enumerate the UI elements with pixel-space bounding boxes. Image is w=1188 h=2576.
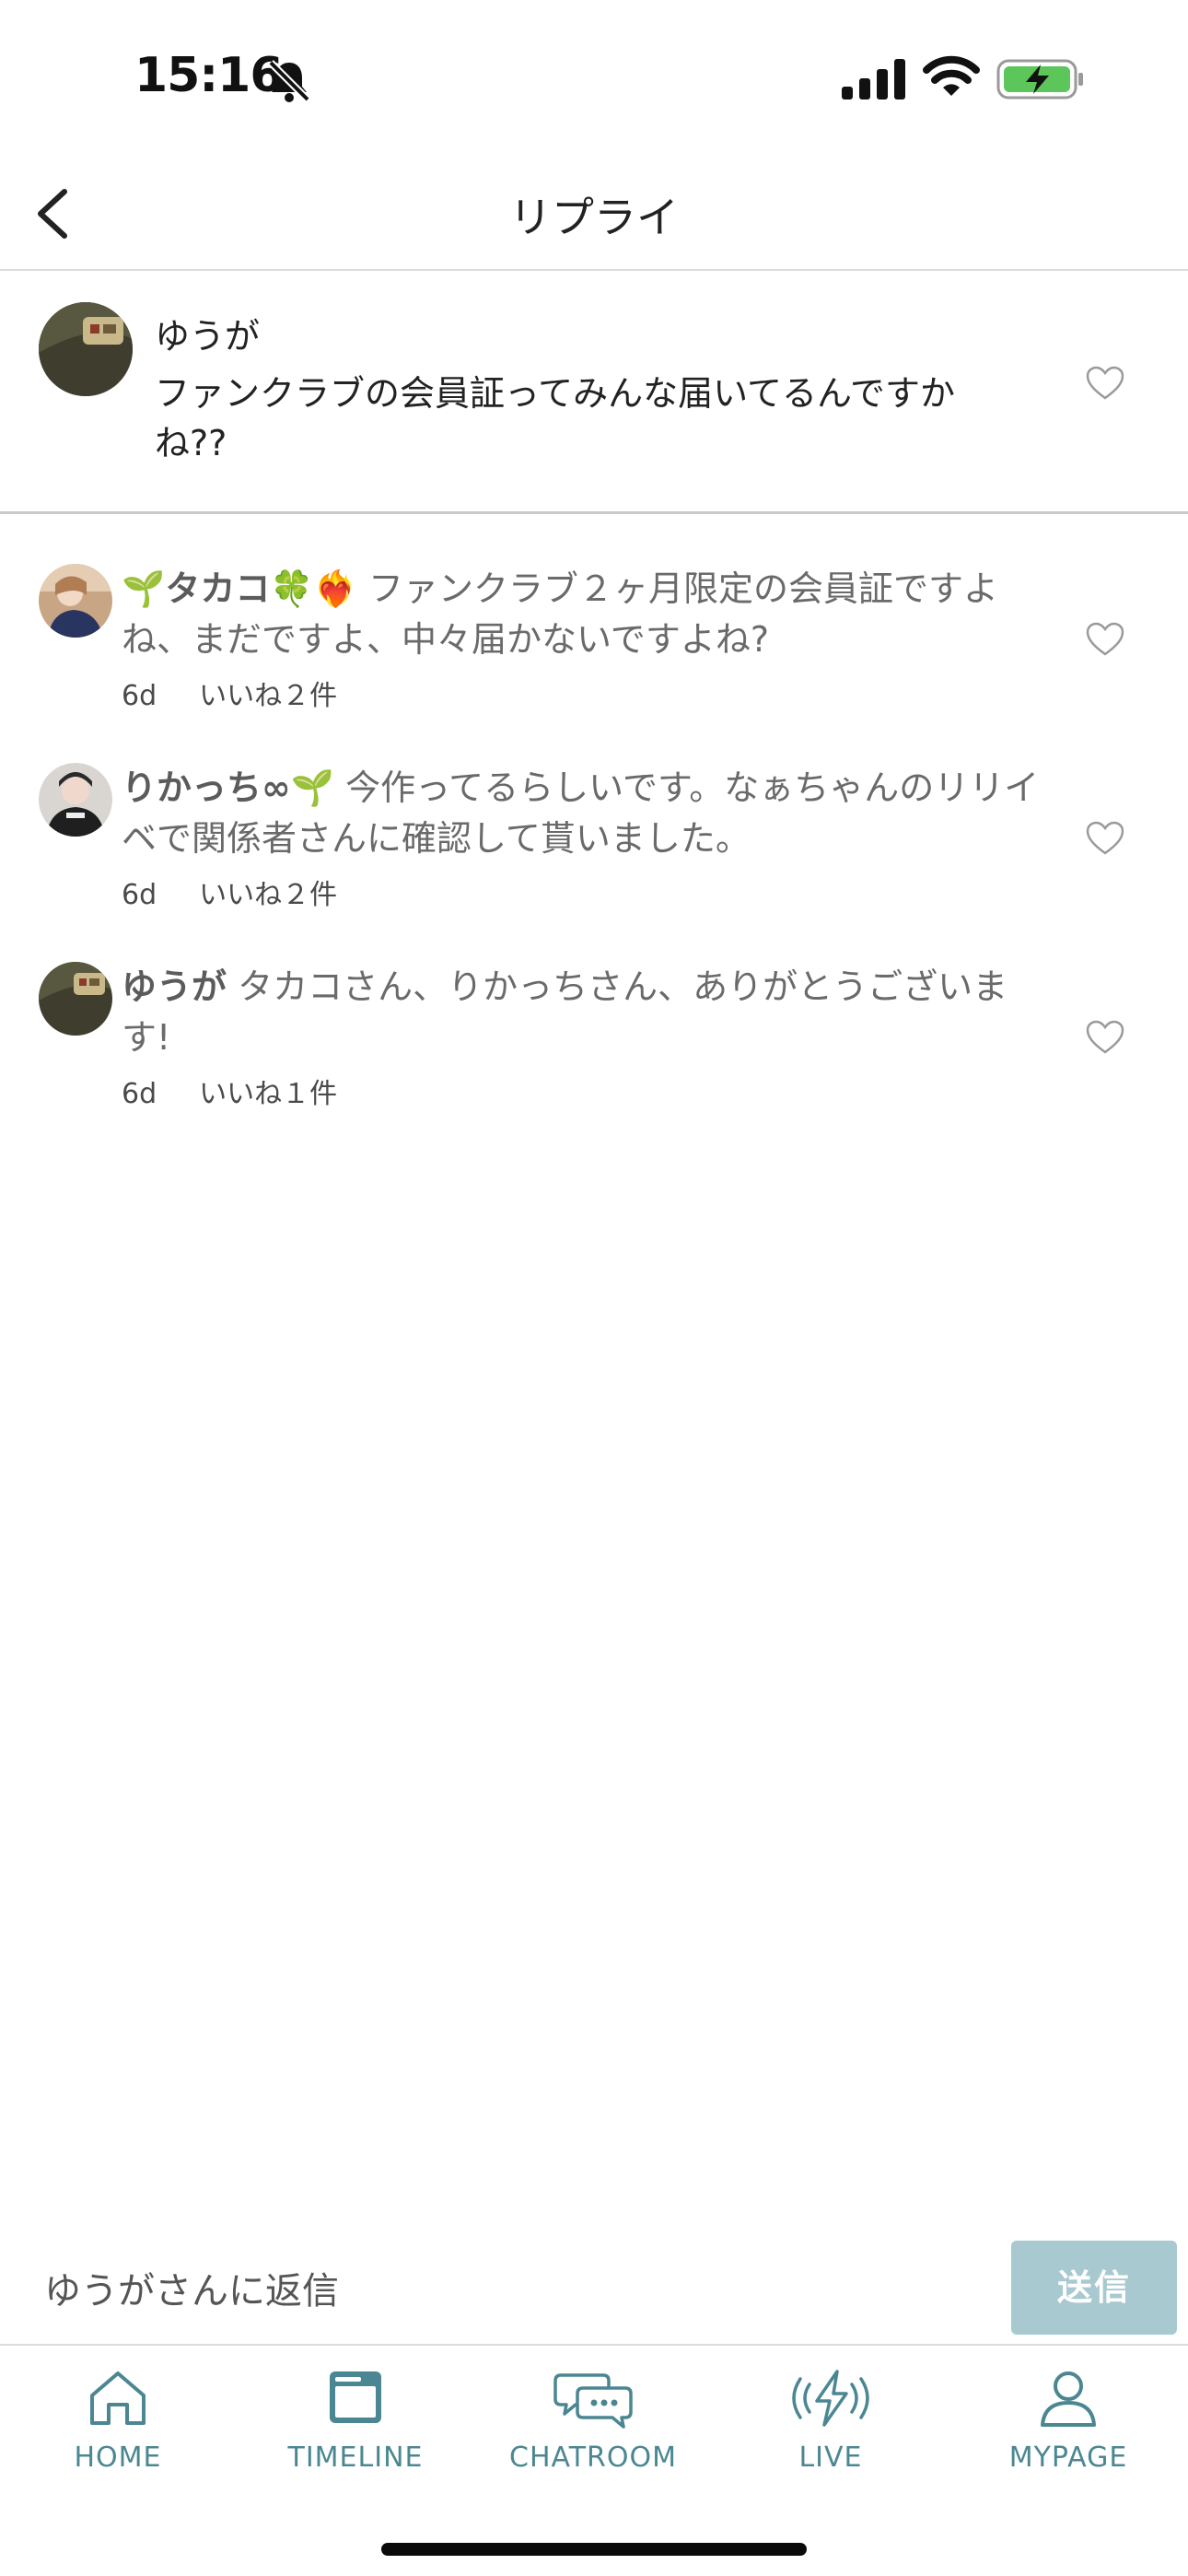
reply-item: ゆうが タカコさん、りかっちさん、ありがとうございます! 6d いいね１件 xyxy=(0,962,1188,1146)
tab-live[interactable]: LIVE xyxy=(720,2368,941,2497)
reply-text: タカコさん、りかっちさん、ありがとうございます! xyxy=(122,966,1008,1058)
tab-label: TIMELINE xyxy=(287,2441,424,2474)
timeline-icon xyxy=(330,2371,381,2423)
original-post: ゆうが ファンクラブの会員証ってみんな届いてるんですかね?? xyxy=(0,273,1188,514)
reply-time: 6d xyxy=(122,680,157,712)
reply-like-count[interactable]: いいね２件 xyxy=(199,680,337,712)
status-time: 15:16 xyxy=(134,48,284,103)
tab-label: MYPAGE xyxy=(1008,2441,1128,2474)
bottom-tab-bar: HOME TIMELINE CHATROOM LIVE MYPAGE xyxy=(0,2348,1188,2576)
cellular-signal-icon xyxy=(842,59,905,100)
send-button[interactable]: 送信 xyxy=(1011,2241,1177,2335)
home-icon xyxy=(90,2371,146,2425)
avatar[interactable] xyxy=(39,763,112,837)
reply-time: 6d xyxy=(122,1078,157,1110)
reply-username[interactable]: ゆうが xyxy=(122,966,227,1007)
reply-time: 6d xyxy=(122,879,157,911)
post-text: ファンクラブの会員証ってみんな届いてるんですかね?? xyxy=(155,373,956,463)
tab-chatroom[interactable]: CHATROOM xyxy=(483,2368,704,2497)
status-bar: 15:16 xyxy=(0,0,1188,157)
avatar-image xyxy=(39,962,112,1036)
home-indicator xyxy=(381,2543,807,2556)
reply-input[interactable] xyxy=(44,2259,965,2324)
tab-home[interactable]: HOME xyxy=(7,2368,228,2497)
bell-slash-icon xyxy=(268,60,310,102)
avatar[interactable] xyxy=(39,302,133,396)
reply-composer: 送信 xyxy=(0,2233,1188,2346)
page-title: リプライ xyxy=(509,193,679,242)
tab-label: CHATROOM xyxy=(509,2441,677,2474)
live-bolt-icon xyxy=(792,2370,869,2427)
avatar-image xyxy=(39,302,133,396)
heart-outline-icon[interactable] xyxy=(1085,621,1125,658)
nav-header: リプライ xyxy=(0,157,1188,271)
avatar-image xyxy=(39,564,112,638)
chat-bubbles-icon xyxy=(553,2373,633,2429)
reply-like-count[interactable]: いいね２件 xyxy=(199,879,337,911)
post-username[interactable]: ゆうが xyxy=(155,308,260,358)
person-icon xyxy=(1041,2371,1096,2427)
avatar-image xyxy=(39,763,112,837)
heart-outline-icon[interactable] xyxy=(1085,1019,1125,1056)
reply-item: 🌱タカコ🍀❤️‍🔥 ファンクラブ２ヶ月限定の会員証ですよね、まだですよ、中々届か… xyxy=(0,564,1188,748)
wifi-icon xyxy=(923,55,980,96)
reply-username[interactable]: 🌱タカコ🍀❤️‍🔥 xyxy=(122,568,357,609)
reply-meta: 6d いいね２件 xyxy=(122,673,337,713)
reply-meta: 6d いいね２件 xyxy=(122,872,337,912)
battery-charging-icon xyxy=(996,59,1083,100)
heart-outline-icon[interactable] xyxy=(1085,365,1125,402)
tab-mypage[interactable]: MYPAGE xyxy=(958,2368,1179,2497)
tab-timeline[interactable]: TIMELINE xyxy=(245,2368,466,2497)
reply-meta: 6d いいね１件 xyxy=(122,1071,337,1111)
avatar[interactable] xyxy=(39,962,112,1036)
tab-label: LIVE xyxy=(798,2441,863,2474)
reply-username[interactable]: りかっち∞🌱 xyxy=(122,767,334,808)
tab-label: HOME xyxy=(74,2441,162,2474)
avatar[interactable] xyxy=(39,564,112,638)
heart-outline-icon[interactable] xyxy=(1085,820,1125,857)
reply-item: りかっち∞🌱 今作ってるらしいです。なぁちゃんのリリイベで関係者さんに確認して貰… xyxy=(0,763,1188,947)
reply-like-count[interactable]: いいね１件 xyxy=(199,1078,337,1110)
